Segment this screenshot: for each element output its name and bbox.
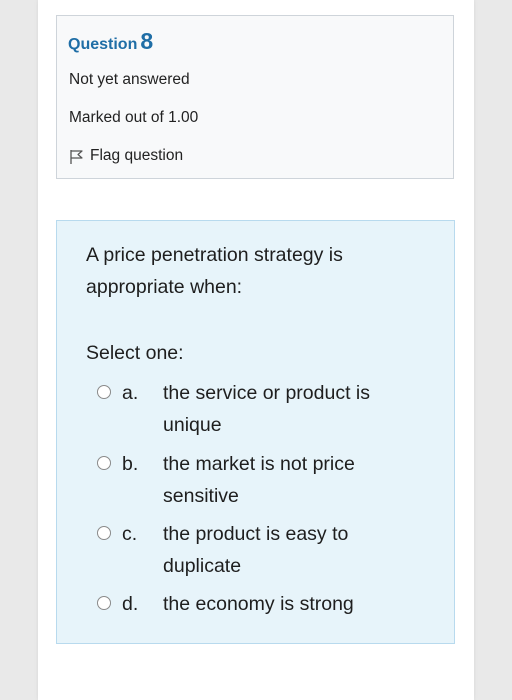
option-letter: d. — [122, 593, 139, 615]
flag-icon[interactable] — [69, 149, 85, 165]
question-content: A price penetration strategy is appropri… — [56, 220, 455, 644]
select-one-prompt: Select one: — [86, 342, 184, 364]
option-text[interactable]: the market is not price sensitive — [163, 448, 403, 512]
option-text[interactable]: the service or product is unique — [163, 377, 403, 441]
radio-button-b[interactable] — [97, 456, 111, 470]
flag-question-link[interactable]: Flag question — [90, 147, 183, 165]
answer-option-b[interactable]: b. the market is not price sensitive — [97, 448, 437, 510]
answer-option-d[interactable]: d. the economy is strong — [97, 588, 437, 650]
answer-status: Not yet answered — [69, 71, 190, 88]
option-letter: c. — [122, 523, 138, 545]
option-letter: b. — [122, 453, 139, 475]
option-text[interactable]: the economy is strong — [163, 588, 403, 620]
option-letter: a. — [122, 382, 139, 404]
question-marks: Marked out of 1.00 — [69, 109, 199, 126]
radio-button-a[interactable] — [97, 385, 111, 399]
option-text[interactable]: the product is easy to duplicate — [163, 518, 403, 582]
question-number: 8 — [140, 28, 154, 54]
question-title: Question 8 — [68, 28, 153, 55]
question-text: A price penetration strategy is appropri… — [86, 244, 343, 298]
question-label: Question — [68, 36, 138, 53]
answer-option-c[interactable]: c. the product is easy to duplicate — [97, 518, 437, 580]
radio-button-c[interactable] — [97, 526, 111, 540]
quiz-page: Question 8 Not yet answered Marked out of… — [38, 0, 474, 700]
radio-button-d[interactable] — [97, 596, 111, 610]
answer-option-a[interactable]: a. the service or product is unique — [97, 377, 437, 439]
question-info-panel: Question 8 Not yet answered Marked out of… — [56, 15, 454, 179]
